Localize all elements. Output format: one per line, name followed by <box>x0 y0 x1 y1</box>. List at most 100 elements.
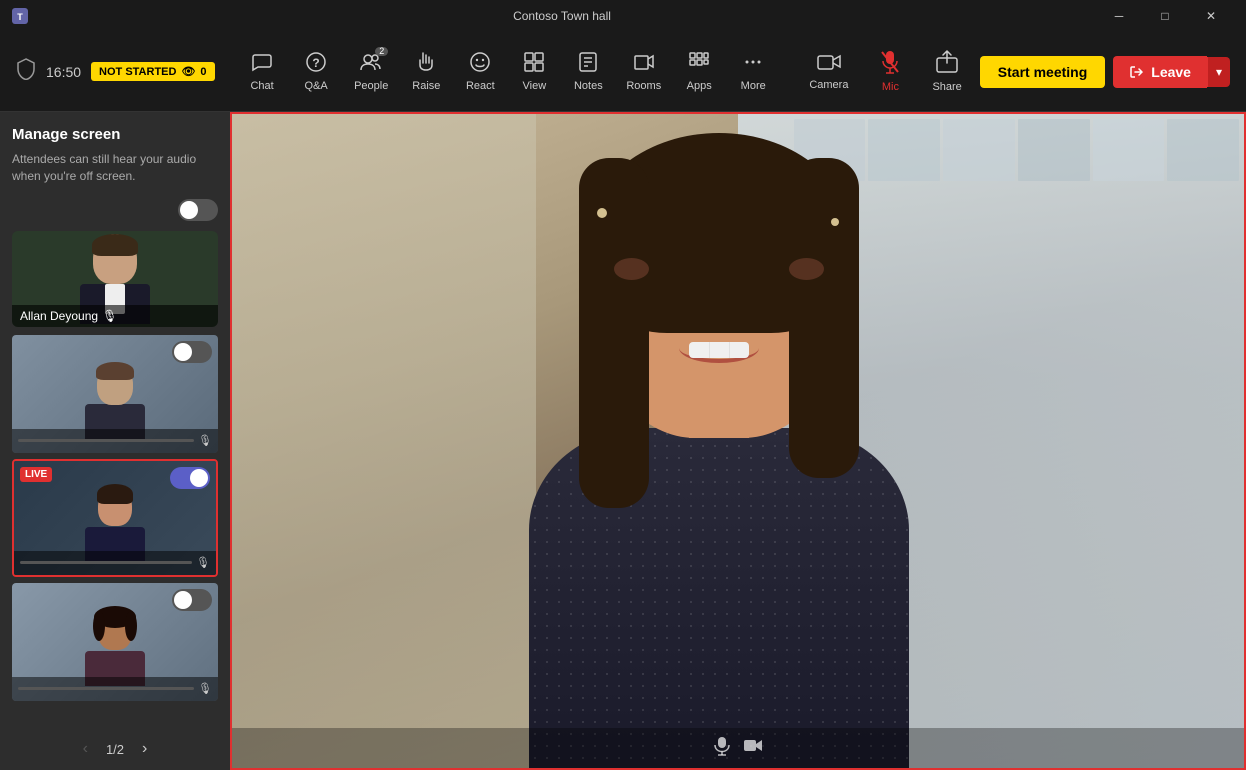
mic-button[interactable]: Mic <box>866 44 914 99</box>
presenter-name-bar: Allan Deyoung 🎙 <box>12 305 218 327</box>
react-label: React <box>466 80 495 92</box>
raise-label: Raise <box>412 80 440 92</box>
thumb-toggle-switch-2[interactable]: .toggle.on-blue::after { left:20px; } <box>170 467 210 489</box>
leave-group: Leave ▾ <box>1113 56 1230 88</box>
presenter-name: Allan Deyoung <box>20 309 98 323</box>
thumb-bar-2: 🎙 <box>14 551 216 575</box>
leave-label: Leave <box>1151 64 1191 80</box>
chat-button[interactable]: Chat <box>236 45 288 98</box>
video-bg-left <box>232 114 536 768</box>
rooms-label: Rooms <box>626 80 661 92</box>
raise-icon <box>415 51 437 77</box>
window-title: Contoso Town hall <box>28 9 1096 23</box>
svg-text:?: ? <box>312 56 319 70</box>
thumb-mic-icon-1: 🎙 <box>198 434 212 447</box>
status-text: NOT STARTED <box>99 66 176 78</box>
leave-button[interactable]: Leave <box>1113 56 1207 88</box>
svg-text:T: T <box>17 12 23 22</box>
thumb-mic-icon-3: 🎙 <box>198 682 212 695</box>
main-content: Manage screen Attendees can still hear y… <box>0 112 1246 770</box>
title-bar: T Contoso Town hall ─ □ ✕ <box>0 0 1246 32</box>
qna-icon: ? <box>305 51 327 77</box>
status-badge: NOT STARTED 👁 0 <box>91 62 215 81</box>
thumb-toggle-switch-1[interactable] <box>172 341 212 363</box>
prev-page-button[interactable]: ‹ <box>77 738 94 760</box>
camera-label: Camera <box>809 79 848 91</box>
main-presenter-figure <box>529 428 909 768</box>
close-button[interactable]: ✕ <box>1188 0 1234 32</box>
app-icon: T <box>12 8 28 24</box>
view-icon <box>523 51 545 77</box>
view-label: View <box>523 80 547 92</box>
qna-label: Q&A <box>304 80 327 92</box>
qna-button[interactable]: ? Q&A <box>290 45 342 98</box>
pagination: ‹ 1/2 › <box>12 730 218 760</box>
video-mic-icon <box>713 736 731 761</box>
thumb-bar-3: 🎙 <box>12 677 218 701</box>
rooms-icon <box>633 51 655 77</box>
toolbar-center: Chat ? Q&A 2 People <box>220 45 795 98</box>
mic-icon <box>880 50 900 78</box>
presenter-mic-icon: 🎙 <box>102 309 117 323</box>
video-area <box>230 112 1246 770</box>
rooms-button[interactable]: Rooms <box>616 45 671 98</box>
chat-label: Chat <box>250 80 273 92</box>
eye-icon: 👁 <box>181 65 195 78</box>
thumb-toggle-3[interactable] <box>172 589 212 611</box>
thumbnail-item-2[interactable]: .toggle.on-blue::after { left:20px; } LI… <box>12 459 218 577</box>
notes-icon <box>577 51 599 77</box>
raise-button[interactable]: Raise <box>400 45 452 98</box>
video-bottom-bar <box>232 728 1244 768</box>
people-count: 2 <box>375 47 388 56</box>
thumb-toggle-1[interactable] <box>172 341 212 363</box>
window-controls: ─ □ ✕ <box>1096 0 1234 32</box>
toolbar: 16:50 NOT STARTED 👁 0 Chat ? Q& <box>0 32 1246 112</box>
thumb-toggle-2[interactable]: .toggle.on-blue::after { left:20px; } <box>170 467 210 489</box>
view-count: 0 <box>200 66 206 78</box>
thumbnail-list: 🎙 .toggle.on-blue::after { left:20px; } <box>12 335 218 730</box>
live-badge: LIVE <box>20 467 52 482</box>
toolbar-right: Camera Mic Share <box>799 44 1230 99</box>
apps-label: Apps <box>687 80 712 92</box>
more-button[interactable]: More <box>727 45 779 98</box>
share-icon <box>936 50 958 78</box>
main-toggle-container <box>12 199 218 221</box>
main-video-background <box>232 114 1244 768</box>
leave-chevron-button[interactable]: ▾ <box>1207 57 1230 87</box>
main-screen-toggle[interactable] <box>178 199 218 221</box>
toolbar-left: 16:50 NOT STARTED 👁 0 <box>16 58 216 85</box>
mic-label: Mic <box>882 81 899 93</box>
thumb-mic-icon-2: 🎙 <box>196 556 210 569</box>
shield-icon <box>16 58 36 85</box>
more-icon <box>742 51 764 77</box>
sidebar-title: Manage screen <box>12 126 218 143</box>
share-button[interactable]: Share <box>922 44 971 99</box>
people-button[interactable]: 2 People <box>344 45 398 98</box>
minimize-button[interactable]: ─ <box>1096 0 1142 32</box>
time-display: 16:50 <box>46 64 81 80</box>
apps-button[interactable]: Apps <box>673 45 725 98</box>
share-label: Share <box>932 81 961 93</box>
thumbnail-item-1[interactable]: 🎙 <box>12 335 218 453</box>
camera-button[interactable]: Camera <box>799 46 858 97</box>
thumb-toggle-switch-3[interactable] <box>172 589 212 611</box>
notes-button[interactable]: Notes <box>562 45 614 98</box>
people-label: People <box>354 80 388 92</box>
people-icon: 2 <box>360 51 382 77</box>
react-button[interactable]: React <box>454 45 506 98</box>
maximize-button[interactable]: □ <box>1142 0 1188 32</box>
start-meeting-button[interactable]: Start meeting <box>980 56 1105 88</box>
view-button[interactable]: View <box>508 45 560 98</box>
next-page-button[interactable]: › <box>136 738 153 760</box>
more-label: More <box>741 80 766 92</box>
page-indicator: 1/2 <box>106 742 124 757</box>
camera-icon <box>817 52 841 76</box>
chat-icon <box>251 51 273 77</box>
presenter-main-tile: Allan Deyoung 🎙 <box>12 231 218 327</box>
sidebar-description: Attendees can still hear your audio when… <box>12 151 218 185</box>
video-cam-icon <box>743 738 763 759</box>
apps-icon <box>688 51 710 77</box>
sidebar: Manage screen Attendees can still hear y… <box>0 112 230 770</box>
thumbnail-item-3[interactable]: 🎙 <box>12 583 218 701</box>
notes-label: Notes <box>574 80 603 92</box>
